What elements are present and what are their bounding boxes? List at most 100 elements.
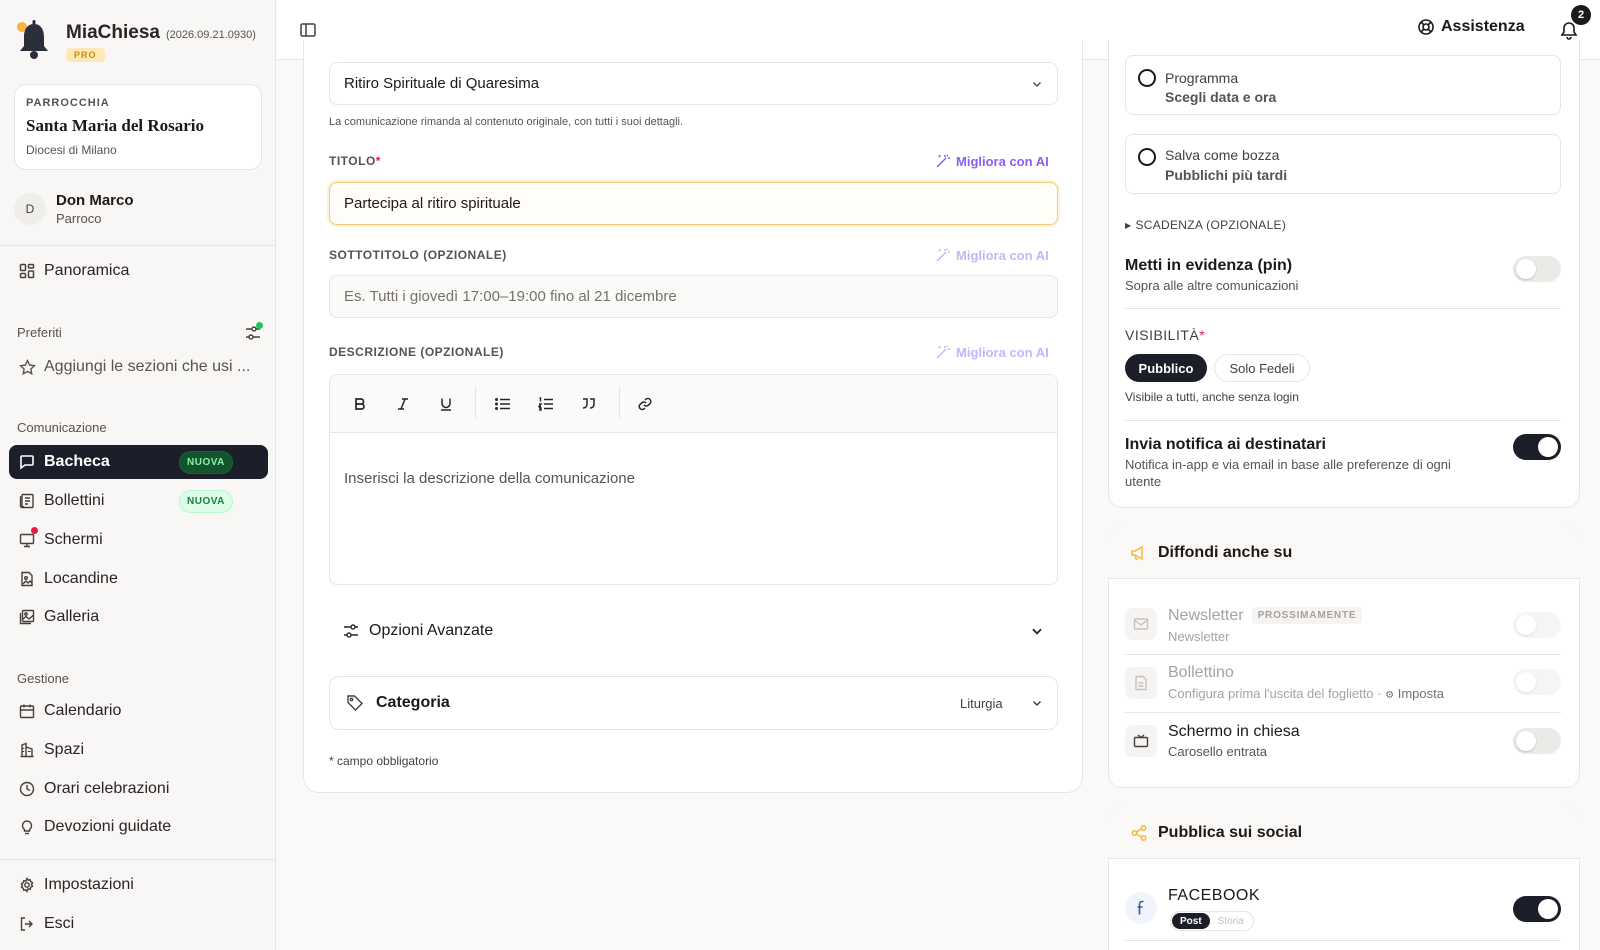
- gear-icon: [18, 876, 36, 894]
- ai-improve-title-button[interactable]: Migliora con AI: [935, 153, 1049, 169]
- add-favorites-hint[interactable]: Aggiungi le sezioni che usi ...: [9, 350, 268, 384]
- visibility-label: VISIBILITÀ*: [1125, 327, 1206, 343]
- sidebar-item-schermi[interactable]: Schermi: [9, 523, 268, 557]
- sidebar-item-label: Panoramica: [44, 262, 130, 279]
- sidebar-item-spazi[interactable]: Spazi: [9, 733, 268, 767]
- lifebuoy-icon: [1417, 18, 1441, 36]
- title-label: TITOLO*: [329, 154, 381, 168]
- bold-icon[interactable]: [351, 395, 369, 413]
- lightbulb-icon: [18, 818, 36, 836]
- expiry-label: SCADENZA (OPZIONALE): [1135, 218, 1287, 232]
- sidebar-item-overview[interactable]: Panoramica: [9, 254, 268, 288]
- category-select[interactable]: Categoria Liturgia: [329, 676, 1058, 730]
- required-note: * campo obbligatorio: [329, 754, 439, 768]
- linked-content-help: La comunicazione rimanda al contenuto or…: [329, 116, 684, 128]
- spread-card-header: Diffondi anche su: [1108, 527, 1580, 579]
- visibility-faithful-option[interactable]: Solo Fedeli: [1214, 354, 1310, 382]
- help-button[interactable]: Assistenza: [1417, 18, 1525, 36]
- draft-option[interactable]: Salva come bozza Pubblichi più tardi: [1125, 134, 1561, 194]
- configure-bulletin-link[interactable]: ⚙ Imposta: [1385, 686, 1444, 701]
- favorites-hint: Aggiungi le sezioni che usi ...: [44, 358, 251, 375]
- sidebar-item-label: Bacheca: [44, 453, 110, 470]
- clock-icon: [18, 780, 36, 798]
- quote-icon[interactable]: [580, 395, 598, 413]
- sidebar-item-devozioni[interactable]: Devozioni guidate: [9, 810, 268, 844]
- brand-name: MiaChiesa: [66, 22, 160, 43]
- brand[interactable]: MiaChiesa (2026.09.21.0930) PRO: [16, 18, 256, 62]
- new-badge: NUOVA: [179, 489, 233, 513]
- notify-title: Invia notifica ai destinatari: [1125, 436, 1326, 453]
- radio-button[interactable]: [1138, 148, 1156, 166]
- title-input[interactable]: Partecipa al ritiro spirituale: [329, 182, 1058, 225]
- divider: [1125, 420, 1561, 421]
- visibility-public-option[interactable]: Pubblico: [1125, 354, 1207, 382]
- newsletter-toggle[interactable]: [1513, 612, 1561, 638]
- description-editor[interactable]: Inserisci la descrizione della comunicaz…: [329, 374, 1058, 585]
- sidebar-item-label: Schermi: [44, 531, 103, 548]
- sidebar-item-esci[interactable]: Esci: [9, 907, 268, 941]
- bullet-list-icon[interactable]: [494, 395, 512, 413]
- share-icon: [1130, 824, 1158, 842]
- screen-toggle[interactable]: [1513, 728, 1561, 754]
- italic-icon[interactable]: [394, 395, 412, 413]
- schedule-title: Programma: [1165, 70, 1239, 86]
- bulletin-toggle[interactable]: [1513, 669, 1561, 695]
- numbered-list-icon[interactable]: [537, 395, 555, 413]
- draft-subtitle: Pubblichi più tardi: [1165, 167, 1288, 183]
- file-image-icon: [18, 570, 36, 588]
- social-title: Pubblica sui social: [1158, 823, 1303, 841]
- toolbar-separator: [475, 387, 476, 419]
- bulletin-title: Bollettino: [1168, 664, 1234, 681]
- sidebar-item-bollettini[interactable]: Bollettini NUOVA: [9, 484, 268, 518]
- category-label: Categoria: [376, 694, 450, 711]
- schermi-alert-dot: [31, 527, 38, 534]
- radio-button[interactable]: [1138, 69, 1156, 87]
- sidebar-item-label: Locandine: [44, 570, 118, 587]
- sidebar-item-galleria[interactable]: Galleria: [9, 600, 268, 634]
- format-story-option[interactable]: Storia: [1210, 913, 1252, 929]
- communication-label: Comunicazione: [17, 420, 107, 435]
- schedule-option[interactable]: Programma Scegli data e ora: [1125, 55, 1561, 115]
- sidebar-item-locandine[interactable]: Locandine: [9, 562, 268, 596]
- ai-button-label: Migliora con AI: [956, 344, 1049, 360]
- social-card-header: Pubblica sui social: [1108, 807, 1580, 859]
- schedule-subtitle: Scegli data e ora: [1165, 89, 1277, 105]
- tv-icon: [1125, 725, 1157, 757]
- coming-soon-badge: PROSSIMAMENTE: [1251, 607, 1363, 624]
- bell-logo-icon: [16, 18, 52, 62]
- visibility-help: Visibile a tutti, anche senza login: [1125, 390, 1299, 404]
- notify-toggle[interactable]: [1513, 434, 1561, 460]
- newspaper-icon: [18, 492, 36, 510]
- sidebar-item-orari[interactable]: Orari celebrazioni: [9, 772, 268, 806]
- expiry-toggle[interactable]: ▶ SCADENZA (OPZIONALE): [1125, 218, 1286, 232]
- sidebar: MiaChiesa (2026.09.21.0930) PRO PARROCCHI…: [0, 0, 276, 950]
- sidebar-toggle-icon[interactable]: [299, 21, 317, 39]
- linked-content-select[interactable]: Ritiro Spirituale di Quaresima: [329, 62, 1058, 105]
- sidebar-item-impostazioni[interactable]: Impostazioni: [9, 868, 268, 902]
- editor-toolbar: [330, 375, 1057, 433]
- sidebar-item-label: Spazi: [44, 741, 85, 758]
- subtitle-label: SOTTOTITOLO (OPZIONALE): [329, 248, 507, 262]
- underline-icon[interactable]: [437, 395, 455, 413]
- user-profile[interactable]: D Don Marco Parroco: [14, 192, 134, 226]
- advanced-options-toggle[interactable]: Opzioni Avanzate: [329, 608, 1058, 654]
- ai-button-label: Migliora con AI: [956, 247, 1049, 263]
- link-icon[interactable]: [636, 395, 654, 413]
- sidebar-item-calendario[interactable]: Calendario: [9, 694, 268, 728]
- subtitle-input[interactable]: Es. Tutti i giovedì 17:00–19:00 fino al …: [329, 275, 1058, 318]
- avatar: D: [14, 193, 46, 225]
- parish-card[interactable]: PARROCCHIA Santa Maria del Rosario Dioce…: [14, 84, 262, 170]
- building-icon: [18, 741, 36, 759]
- format-post-option[interactable]: Post: [1172, 913, 1210, 929]
- chevron-down-icon: [1031, 78, 1043, 90]
- grid-icon: [18, 262, 36, 280]
- logout-icon: [18, 915, 36, 933]
- sidebar-item-bacheca[interactable]: Bacheca NUOVA: [9, 445, 268, 479]
- facebook-format-segmented[interactable]: Post Storia: [1170, 911, 1254, 931]
- newsletter-title: Newsletter PROSSIMAMENTE: [1168, 607, 1363, 625]
- facebook-toggle[interactable]: [1513, 896, 1561, 922]
- ai-improve-subtitle-button[interactable]: Migliora con AI: [935, 247, 1049, 263]
- ai-button-label: Migliora con AI: [956, 153, 1049, 169]
- pin-toggle[interactable]: [1513, 256, 1561, 282]
- ai-improve-description-button[interactable]: Migliora con AI: [935, 344, 1049, 360]
